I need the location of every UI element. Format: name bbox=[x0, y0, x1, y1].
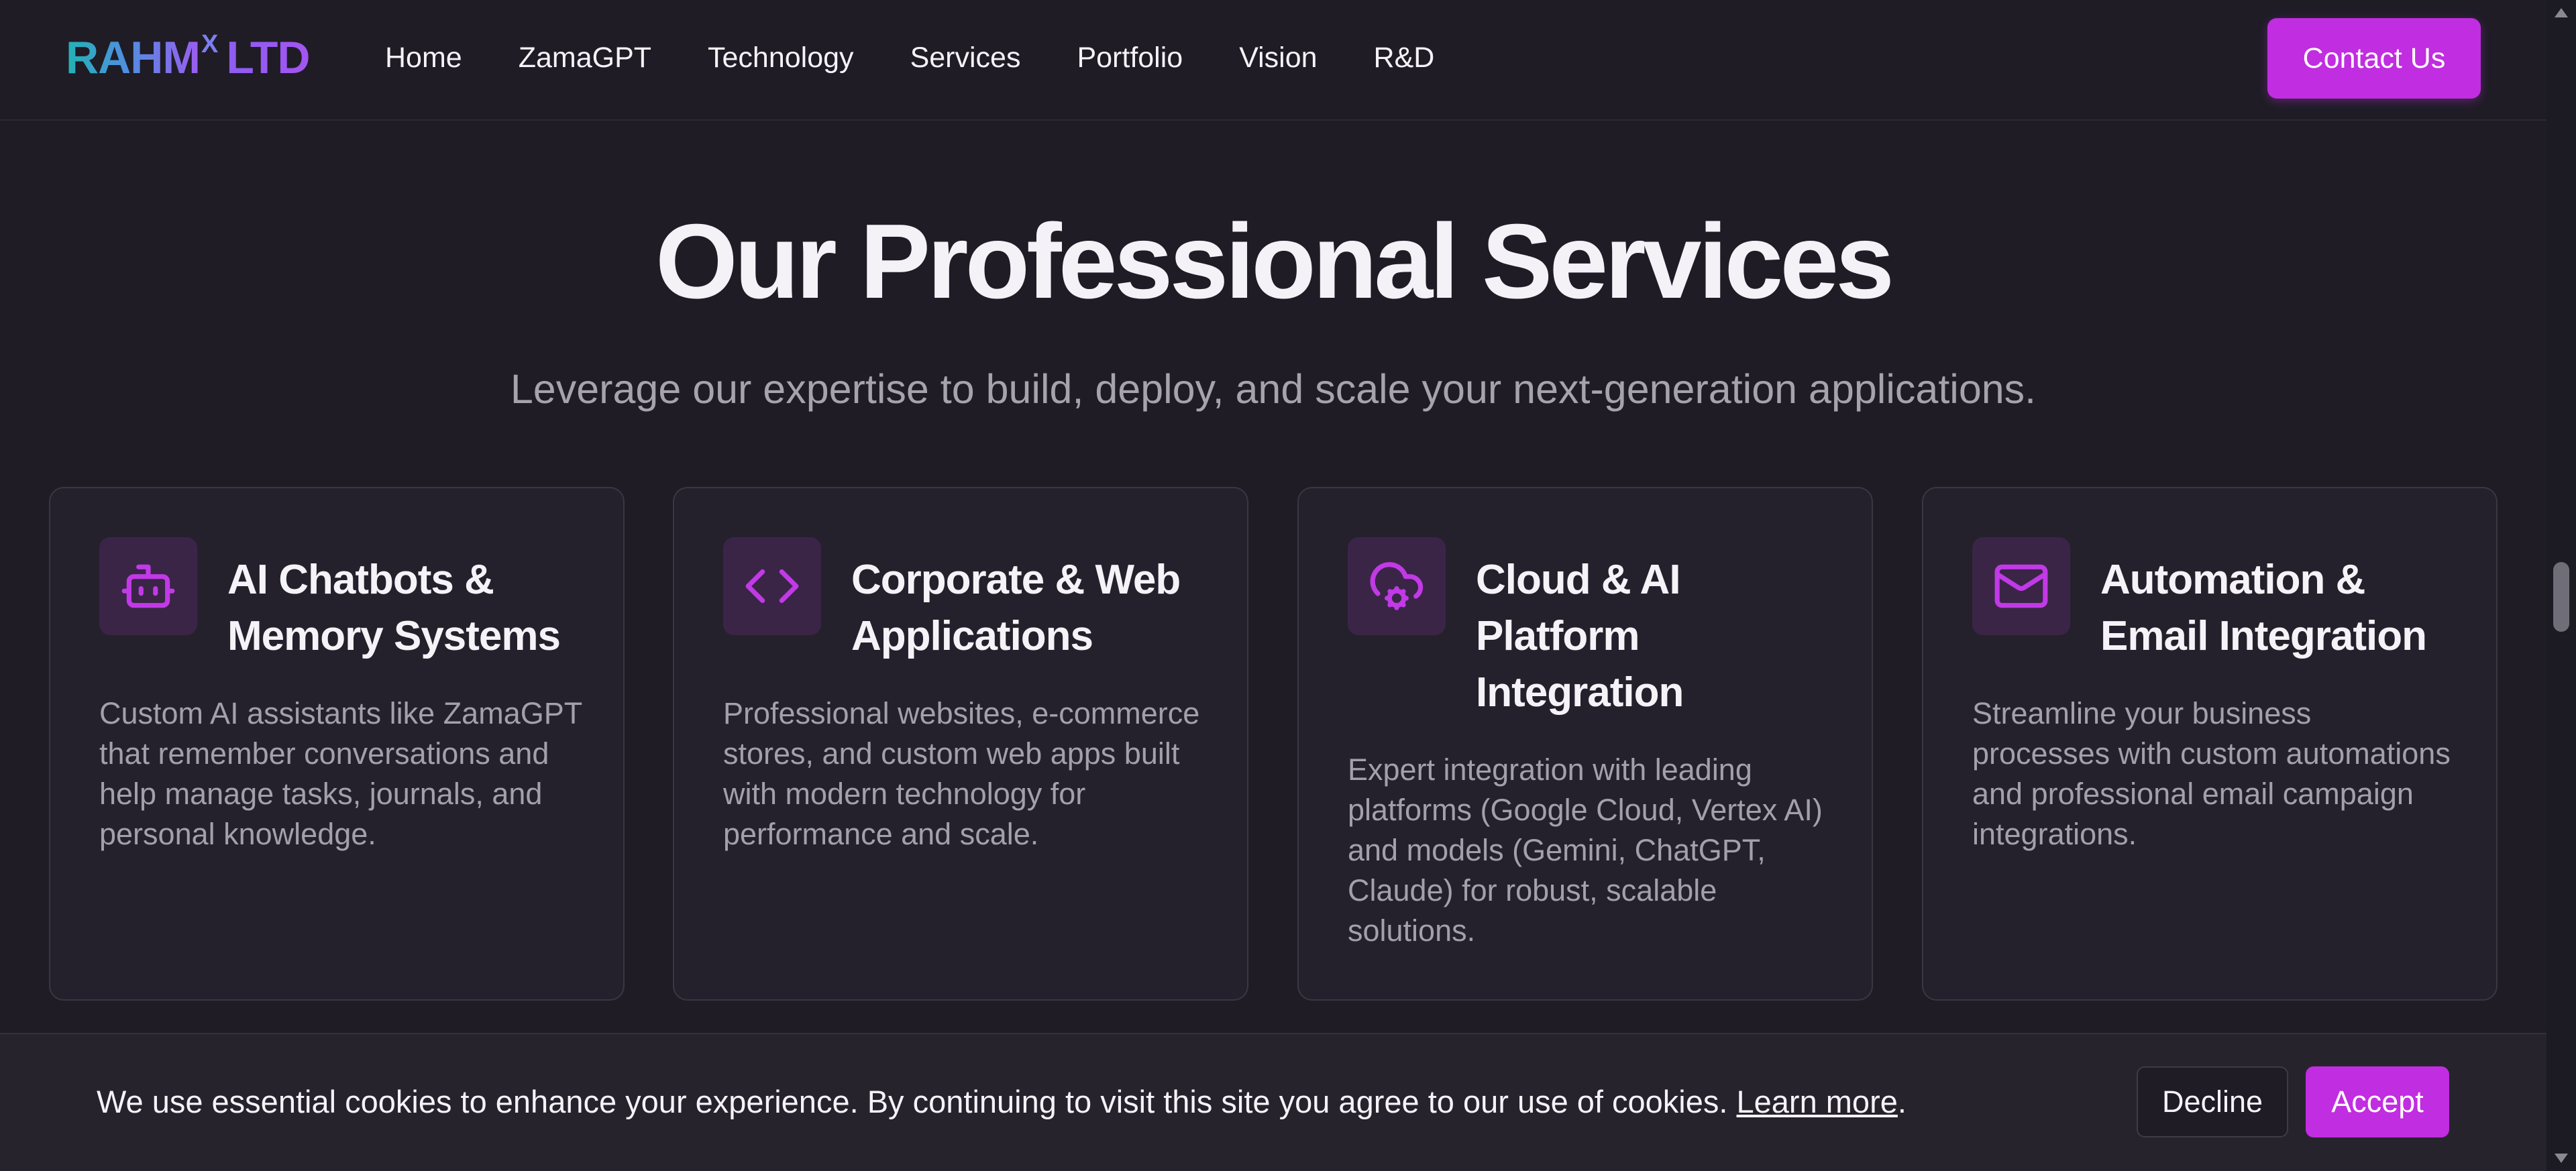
nav-item-technology[interactable]: Technology bbox=[708, 38, 854, 78]
main-nav: Home ZamaGPT Technology Services Portfol… bbox=[385, 38, 1491, 78]
card-description: Professional websites, e-commerce stores… bbox=[723, 696, 1200, 851]
card-title: Corporate & Web Applications bbox=[851, 557, 1181, 659]
nav-item-rnd[interactable]: R&D bbox=[1374, 38, 1435, 78]
nav-item-zamagpt[interactable]: ZamaGPT bbox=[519, 38, 651, 78]
card-title: AI Chatbots & Memory Systems bbox=[227, 557, 561, 659]
service-card-web-apps: Corporate & Web Applications Professiona… bbox=[673, 487, 1248, 1001]
scroll-thumb[interactable] bbox=[2553, 562, 2569, 632]
scroll-up-arrow-icon[interactable] bbox=[2555, 8, 2568, 17]
cloud-cog-icon bbox=[1348, 537, 1446, 635]
cookie-text: We use essential cookies to enhance your… bbox=[97, 1084, 1728, 1119]
service-card-automation: Automation & Email Integration Streamlin… bbox=[1922, 487, 2498, 1001]
nav-item-portfolio[interactable]: Portfolio bbox=[1077, 38, 1183, 78]
code-icon bbox=[723, 537, 821, 635]
service-card-ai-chatbots: AI Chatbots & Memory Systems Custom AI a… bbox=[49, 487, 625, 1001]
site-header: RAHM X LTD Home ZamaGPT Technology Servi… bbox=[0, 0, 2546, 121]
card-description: Streamline your business processes with … bbox=[1972, 696, 2451, 851]
scroll-down-arrow-icon[interactable] bbox=[2555, 1154, 2568, 1163]
cookie-message: We use essential cookies to enhance your… bbox=[97, 1082, 1907, 1122]
service-card-cloud-ai: Cloud & AI Platform Integration Expert i… bbox=[1297, 487, 1873, 1001]
mail-icon bbox=[1972, 537, 2070, 635]
nav-item-services[interactable]: Services bbox=[910, 38, 1021, 78]
learn-more-link[interactable]: Learn more bbox=[1737, 1084, 1898, 1119]
brand-superscript: X bbox=[201, 30, 219, 58]
page-scrollbar[interactable] bbox=[2546, 0, 2576, 1171]
section-title: Our Professional Services bbox=[655, 203, 1894, 321]
card-title: Automation & Email Integration bbox=[2100, 557, 2427, 659]
page: RAHM X LTD Home ZamaGPT Technology Servi… bbox=[0, 0, 2546, 1171]
robot-icon bbox=[99, 537, 197, 635]
card-title: Cloud & AI Platform Integration bbox=[1476, 557, 1684, 716]
accept-button[interactable]: Accept bbox=[2306, 1066, 2449, 1137]
contact-us-button[interactable]: Contact Us bbox=[2267, 18, 2481, 99]
nav-item-vision[interactable]: Vision bbox=[1239, 38, 1317, 78]
cookie-period: . bbox=[1897, 1084, 1907, 1119]
brand-suffix: LTD bbox=[226, 32, 310, 83]
decline-button[interactable]: Decline bbox=[2137, 1066, 2288, 1137]
nav-item-home[interactable]: Home bbox=[385, 38, 462, 78]
section-subtitle: Leverage our expertise to build, deploy,… bbox=[510, 366, 2037, 412]
card-description: Custom AI assistants like ZamaGPT that r… bbox=[99, 696, 582, 851]
brand-name: RAHM bbox=[66, 32, 201, 83]
card-description: Expert integration with leading platform… bbox=[1348, 752, 1823, 948]
brand-logo[interactable]: RAHM X LTD bbox=[66, 30, 310, 85]
